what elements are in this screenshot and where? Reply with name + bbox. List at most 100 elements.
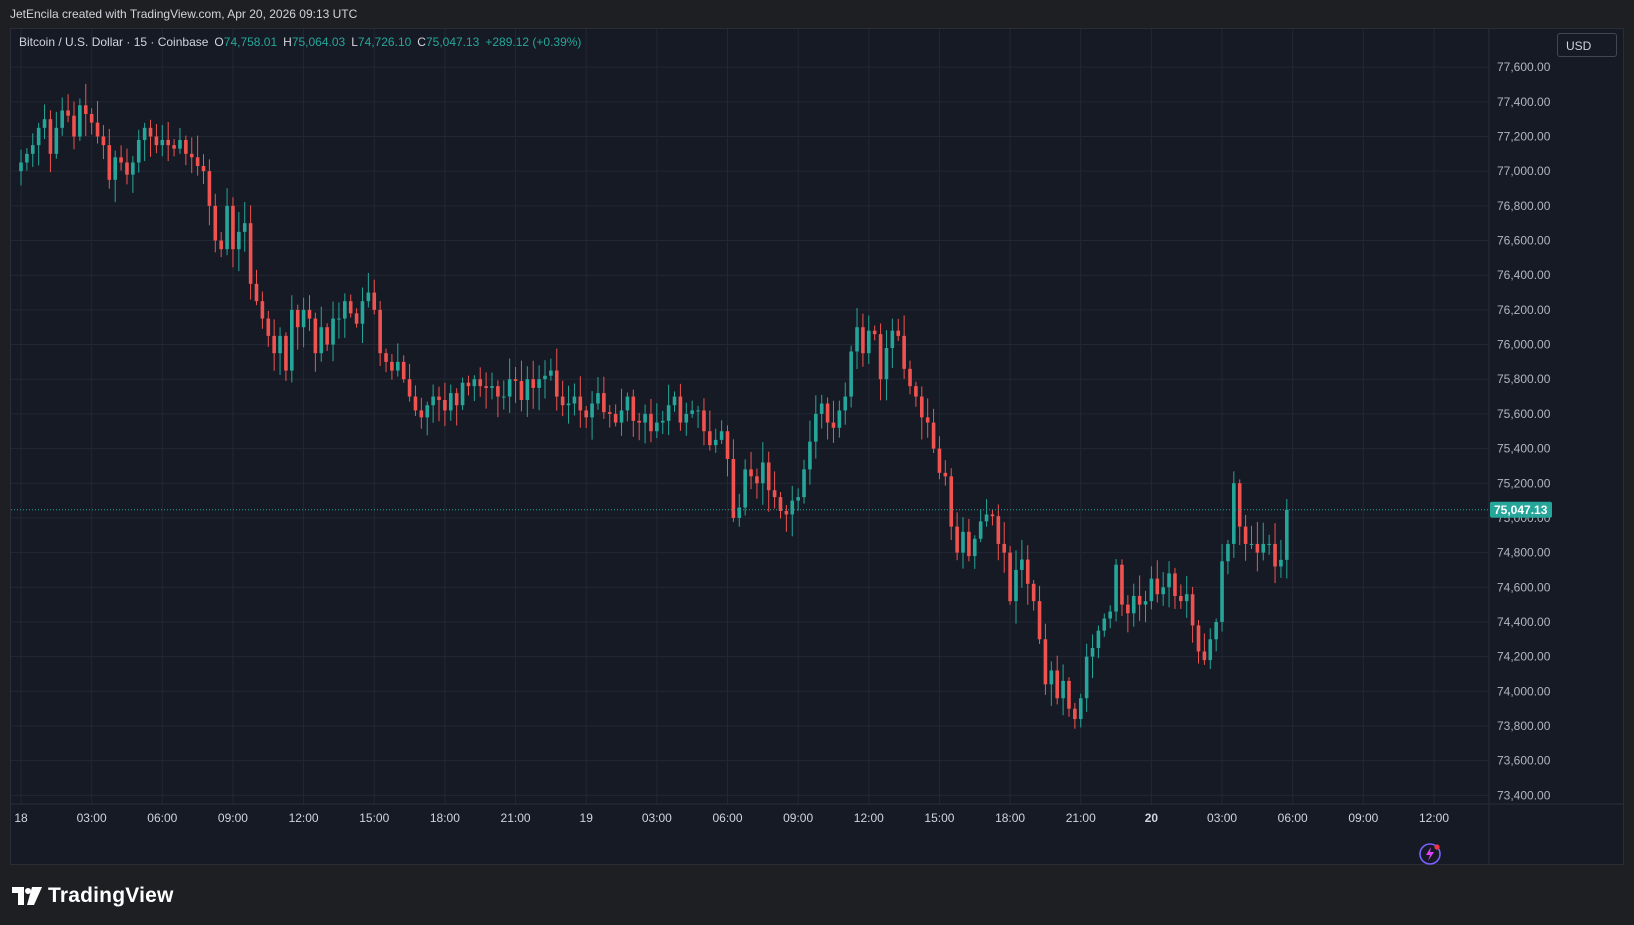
candle-body bbox=[413, 396, 418, 411]
y-tick-label: 73,600.00 bbox=[1497, 754, 1551, 768]
x-tick-label: 15:00 bbox=[924, 811, 954, 825]
candle-body bbox=[525, 379, 530, 401]
candle-body bbox=[1243, 526, 1248, 544]
candle-body bbox=[319, 327, 324, 354]
candle-body bbox=[1073, 708, 1077, 720]
y-tick-label: 77,000.00 bbox=[1497, 164, 1551, 178]
y-tick-label: 76,800.00 bbox=[1497, 199, 1551, 213]
y-tick-label: 74,600.00 bbox=[1497, 580, 1551, 594]
candle-body bbox=[431, 396, 435, 406]
chart-background bbox=[11, 29, 1623, 864]
candle-body bbox=[366, 292, 371, 302]
candle-body bbox=[48, 119, 53, 154]
candle-body bbox=[237, 231, 241, 250]
candle-body bbox=[472, 379, 477, 387]
y-tick-label: 75,400.00 bbox=[1497, 442, 1551, 456]
candle-body bbox=[401, 361, 406, 380]
close-value: 75,047.13 bbox=[425, 35, 480, 49]
candle-body bbox=[1108, 611, 1112, 619]
lightning-icon[interactable] bbox=[1417, 841, 1443, 867]
candle-body bbox=[1208, 639, 1213, 661]
candle-body bbox=[225, 205, 229, 250]
x-tick-label: 03:00 bbox=[642, 811, 672, 825]
high-label: H bbox=[283, 35, 292, 49]
candle-body bbox=[531, 379, 536, 388]
candle-body bbox=[83, 105, 88, 114]
y-tick-label: 74,000.00 bbox=[1497, 684, 1551, 698]
candle-body bbox=[790, 500, 795, 515]
candle-body bbox=[855, 327, 859, 352]
candle-body bbox=[549, 370, 553, 376]
candle-body bbox=[1214, 621, 1218, 640]
brand-name: TradingView bbox=[48, 884, 174, 907]
candlestick-chart[interactable]: 77,600.00 77,400.00 77,200.00 77,000.00 76,8… bbox=[11, 29, 1623, 864]
candle-body bbox=[1090, 647, 1095, 657]
candle-body bbox=[295, 309, 300, 328]
candle-body bbox=[967, 531, 971, 557]
y-tick-label: 74,200.00 bbox=[1497, 650, 1551, 664]
candle-body bbox=[937, 448, 942, 473]
candle-body bbox=[554, 370, 559, 397]
candle-body bbox=[172, 145, 176, 149]
candle-body bbox=[1184, 594, 1189, 602]
candle-body bbox=[761, 462, 765, 484]
candle-body bbox=[1167, 573, 1171, 588]
candle-body bbox=[66, 110, 70, 116]
candle-body bbox=[443, 400, 447, 411]
candle-body bbox=[649, 413, 653, 432]
y-tick-label: 74,400.00 bbox=[1497, 615, 1551, 629]
candle-body bbox=[543, 375, 547, 380]
candle-body bbox=[313, 318, 318, 354]
candle-body bbox=[378, 309, 382, 354]
candle-body bbox=[890, 330, 895, 349]
candle-body bbox=[1279, 559, 1283, 567]
low-label: L bbox=[351, 35, 358, 49]
candle-body bbox=[990, 514, 995, 517]
x-tick-label: 09:00 bbox=[783, 811, 813, 825]
candle-body bbox=[784, 510, 789, 515]
candle-body bbox=[1226, 543, 1230, 562]
candle-body bbox=[1237, 483, 1242, 527]
candle-body bbox=[655, 422, 659, 432]
chart-frame[interactable]: 77,600.00 77,400.00 77,200.00 77,000.00 76,8… bbox=[10, 28, 1624, 865]
ohlc-legend: Bitcoin / U.S. Dollar · 15 · Coinbase O74… bbox=[19, 35, 587, 49]
candle-body bbox=[142, 127, 147, 140]
candle-body bbox=[148, 127, 153, 137]
candle-body bbox=[755, 476, 759, 484]
candle-body bbox=[254, 283, 259, 302]
x-tick-label: 12:00 bbox=[1419, 811, 1449, 825]
candle-body bbox=[666, 405, 671, 421]
currency-button[interactable]: USD bbox=[1557, 33, 1617, 57]
change-value: +289.12 (+0.39%) bbox=[485, 35, 582, 49]
y-tick-label: 77,600.00 bbox=[1497, 60, 1551, 74]
y-tick-label: 73,800.00 bbox=[1497, 719, 1551, 733]
candle-body bbox=[1049, 670, 1054, 685]
candle-body bbox=[902, 335, 906, 369]
candle-body bbox=[396, 361, 400, 371]
candle-body bbox=[590, 403, 594, 418]
candle-body bbox=[602, 393, 606, 413]
candle-body bbox=[837, 410, 842, 428]
candle-body bbox=[107, 145, 112, 180]
candle-body bbox=[231, 205, 235, 250]
x-tick-label: 20 bbox=[1145, 811, 1159, 825]
candle-body bbox=[613, 413, 618, 423]
low-value: 74,726.10 bbox=[357, 35, 412, 49]
candle-body bbox=[737, 507, 742, 518]
candle-body bbox=[260, 301, 265, 319]
candle-body bbox=[337, 318, 341, 320]
candle-body bbox=[1002, 543, 1007, 553]
candle-body bbox=[331, 318, 335, 345]
x-tick-label: 12:00 bbox=[289, 811, 319, 825]
candle-body bbox=[178, 139, 182, 149]
candle-body bbox=[1008, 552, 1012, 602]
candle-body bbox=[1120, 564, 1124, 605]
y-tick-label: 77,200.00 bbox=[1497, 129, 1551, 143]
candle-body bbox=[819, 403, 824, 414]
candle-body bbox=[690, 410, 694, 414]
chart-credit-bar: JetEncila created with TradingView.com, … bbox=[0, 0, 1634, 28]
candle-body bbox=[1061, 680, 1065, 699]
candle-body bbox=[125, 162, 129, 175]
candle-body bbox=[1031, 583, 1036, 602]
x-tick-label: 06:00 bbox=[712, 811, 742, 825]
